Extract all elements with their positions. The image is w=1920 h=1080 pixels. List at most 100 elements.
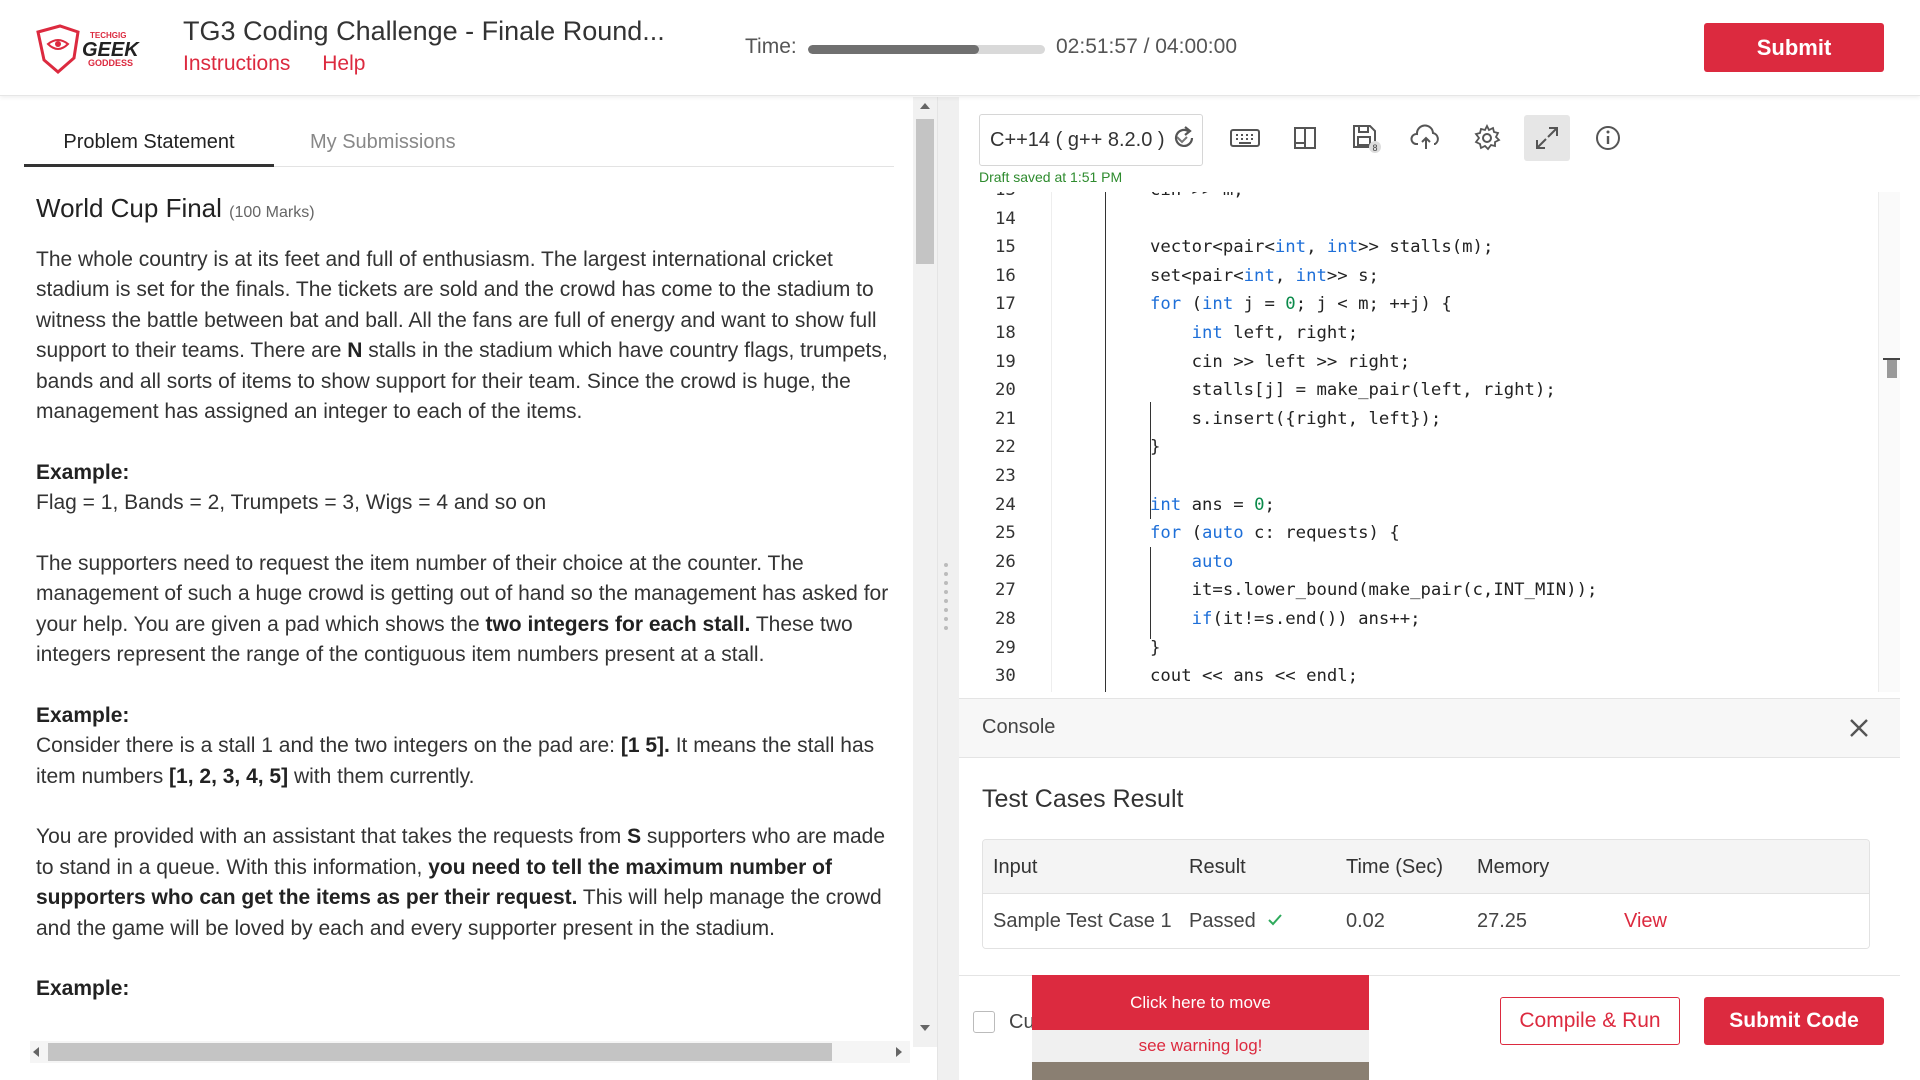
line-number: 30 xyxy=(995,666,1016,687)
pane-resize-divider[interactable] xyxy=(937,97,959,1080)
problem-pane: Problem Statement My Submissions World C… xyxy=(0,97,937,1080)
editor-minimap-scrollbar[interactable] xyxy=(1878,192,1900,692)
line-number: 27 xyxy=(995,580,1016,601)
scroll-right-icon[interactable] xyxy=(896,1047,902,1057)
view-link[interactable]: View xyxy=(1624,910,1667,933)
cloud-upload-icon[interactable] xyxy=(1403,115,1449,161)
problem-heading: World Cup Final (100 Marks) xyxy=(36,193,908,229)
row-input: Sample Test Case 1 xyxy=(993,910,1172,932)
custom-input-checkbox[interactable] xyxy=(973,1011,995,1033)
problem-tabs: Problem Statement My Submissions xyxy=(24,127,894,167)
line-number: 13 xyxy=(995,192,1035,200)
refresh-icon[interactable] xyxy=(1161,115,1207,161)
code-line: int left, right; xyxy=(1191,323,1359,343)
proctor-warning-overlay: Click here to move see warning log! xyxy=(1032,975,1369,1080)
keyboard-icon[interactable] xyxy=(1222,115,1268,161)
line-number: 17 xyxy=(995,294,1016,315)
line-number: 22 xyxy=(995,437,1016,458)
editor-pane: C++14 ( g++ 8.2.0 ) Draft saved at 1:51 … xyxy=(959,97,1920,1080)
timer-text: 02:51:57 / 04:00:00 xyxy=(1056,35,1237,58)
line-number: 15 xyxy=(995,237,1016,258)
code-line: for (int j = 0; j < m; ++j) { xyxy=(1150,294,1452,315)
code-editor[interactable]: 13 cin >> m; 14 15 vector<pair<int, int>> st… xyxy=(959,192,1900,692)
close-icon[interactable] xyxy=(1846,715,1872,741)
column-result: Result xyxy=(1189,856,1246,878)
column-time: Time (Sec) xyxy=(1346,856,1444,878)
save-icon[interactable]: 8 xyxy=(1343,115,1389,161)
gear-icon[interactable] xyxy=(1464,115,1510,161)
code-line: s.insert({right, left}); xyxy=(1150,408,1442,429)
example-label: Example: xyxy=(36,460,130,484)
column-memory: Memory xyxy=(1477,856,1550,878)
scroll-up-icon[interactable] xyxy=(920,103,930,109)
move-overlay-button[interactable]: Click here to move xyxy=(1032,975,1369,1030)
column-input: Input xyxy=(993,856,1038,878)
indent-guide xyxy=(1105,192,1106,692)
example-1: Example: Flag = 1, Bands = 2, Trumpets = … xyxy=(36,460,547,515)
techgig-geek-goddess-logo[interactable]: TECHGIG GEEK GODDESS xyxy=(34,24,152,76)
code-line: auto xyxy=(1191,551,1234,572)
problem-vertical-scrollbar[interactable] xyxy=(913,97,937,1047)
timer-label: Time: xyxy=(745,35,797,58)
code-line: if(it!=s.end()) ans++; xyxy=(1191,609,1421,629)
expand-icon[interactable] xyxy=(1524,115,1570,161)
problem-paragraph-2: The supporters need to request the item … xyxy=(36,551,889,667)
vertical-scroll-thumb[interactable] xyxy=(916,119,934,264)
submit-button[interactable]: Submit xyxy=(1704,23,1884,72)
submit-code-button[interactable]: Submit Code xyxy=(1704,997,1884,1045)
minimap-scroll-thumb[interactable] xyxy=(1887,360,1897,378)
code-line: vector<pair<int, int>> stalls(m); xyxy=(1150,237,1494,258)
code-line: } xyxy=(1150,437,1161,458)
line-number: 23 xyxy=(995,466,1016,486)
table-row: Sample Test Case 1 Passed 0.02 27.25 Vie… xyxy=(983,894,1869,948)
compile-run-button[interactable]: Compile & Run xyxy=(1500,997,1680,1045)
line-number: 16 xyxy=(995,265,1016,286)
timer-progress-fill xyxy=(808,45,979,54)
tab-problem-statement[interactable]: Problem Statement xyxy=(24,127,274,167)
example-label: Example: xyxy=(36,977,130,1000)
drag-handle-icon[interactable] xyxy=(944,563,954,630)
line-number: 14 xyxy=(995,208,1016,229)
problem-content: World Cup Final (100 Marks) The whole co… xyxy=(36,193,908,1035)
line-number: 25 xyxy=(995,523,1016,544)
example-label: Example: xyxy=(36,703,130,727)
horizontal-scroll-thumb[interactable] xyxy=(48,1043,832,1061)
webcam-preview xyxy=(1032,1062,1369,1080)
test-cases-result-title: Test Cases Result xyxy=(982,785,1184,813)
check-icon xyxy=(1268,914,1283,926)
scroll-left-icon[interactable] xyxy=(33,1047,39,1057)
line-number: 24 xyxy=(995,494,1016,515)
header-links: Instructions Help xyxy=(183,52,391,76)
scroll-down-icon[interactable] xyxy=(920,1025,930,1031)
book-icon[interactable] xyxy=(1282,115,1328,161)
timer-progress-bar xyxy=(808,45,1045,54)
code-line: cin >> m; xyxy=(1150,192,1244,200)
warning-log-link[interactable]: see warning log! xyxy=(1032,1030,1369,1062)
code-line: stalls[j] = make_pair(left, right); xyxy=(1150,380,1556,401)
help-link[interactable]: Help xyxy=(322,52,365,75)
indent-guide xyxy=(1150,547,1151,639)
problem-paragraph-3: You are provided with an assistant that … xyxy=(36,825,886,940)
code-line: int ans = 0; xyxy=(1150,494,1275,515)
page-title: TG3 Coding Challenge - Finale Round... xyxy=(183,16,665,46)
example-3: Example: xyxy=(36,974,908,1005)
save-badge: 8 xyxy=(1372,143,1377,153)
instructions-link[interactable]: Instructions xyxy=(183,52,290,75)
code-line: cin >> left >> right; xyxy=(1150,351,1411,372)
top-header: TECHGIG GEEK GODDESS TG3 Coding Challeng… xyxy=(0,0,1920,96)
line-number: 18 xyxy=(995,323,1016,343)
row-memory: 27.25 xyxy=(1477,910,1528,932)
code-line: for (auto c: requests) { xyxy=(1150,523,1400,544)
custom-input-label: Cu xyxy=(1009,1011,1035,1033)
problem-marks: (100 Marks) xyxy=(229,204,315,221)
indent-guide xyxy=(1150,402,1151,519)
table-header: Input Result Time (Sec) Memory xyxy=(983,840,1869,894)
row-result: Passed xyxy=(1189,910,1283,933)
tab-my-submissions[interactable]: My Submissions xyxy=(310,127,456,167)
line-number: 21 xyxy=(995,408,1016,429)
problem-horizontal-scrollbar[interactable] xyxy=(30,1041,910,1063)
svg-text:GODDESS: GODDESS xyxy=(88,58,133,68)
console-header: Console xyxy=(959,698,1900,758)
info-icon[interactable] xyxy=(1585,115,1631,161)
code-line: } xyxy=(1150,637,1161,658)
